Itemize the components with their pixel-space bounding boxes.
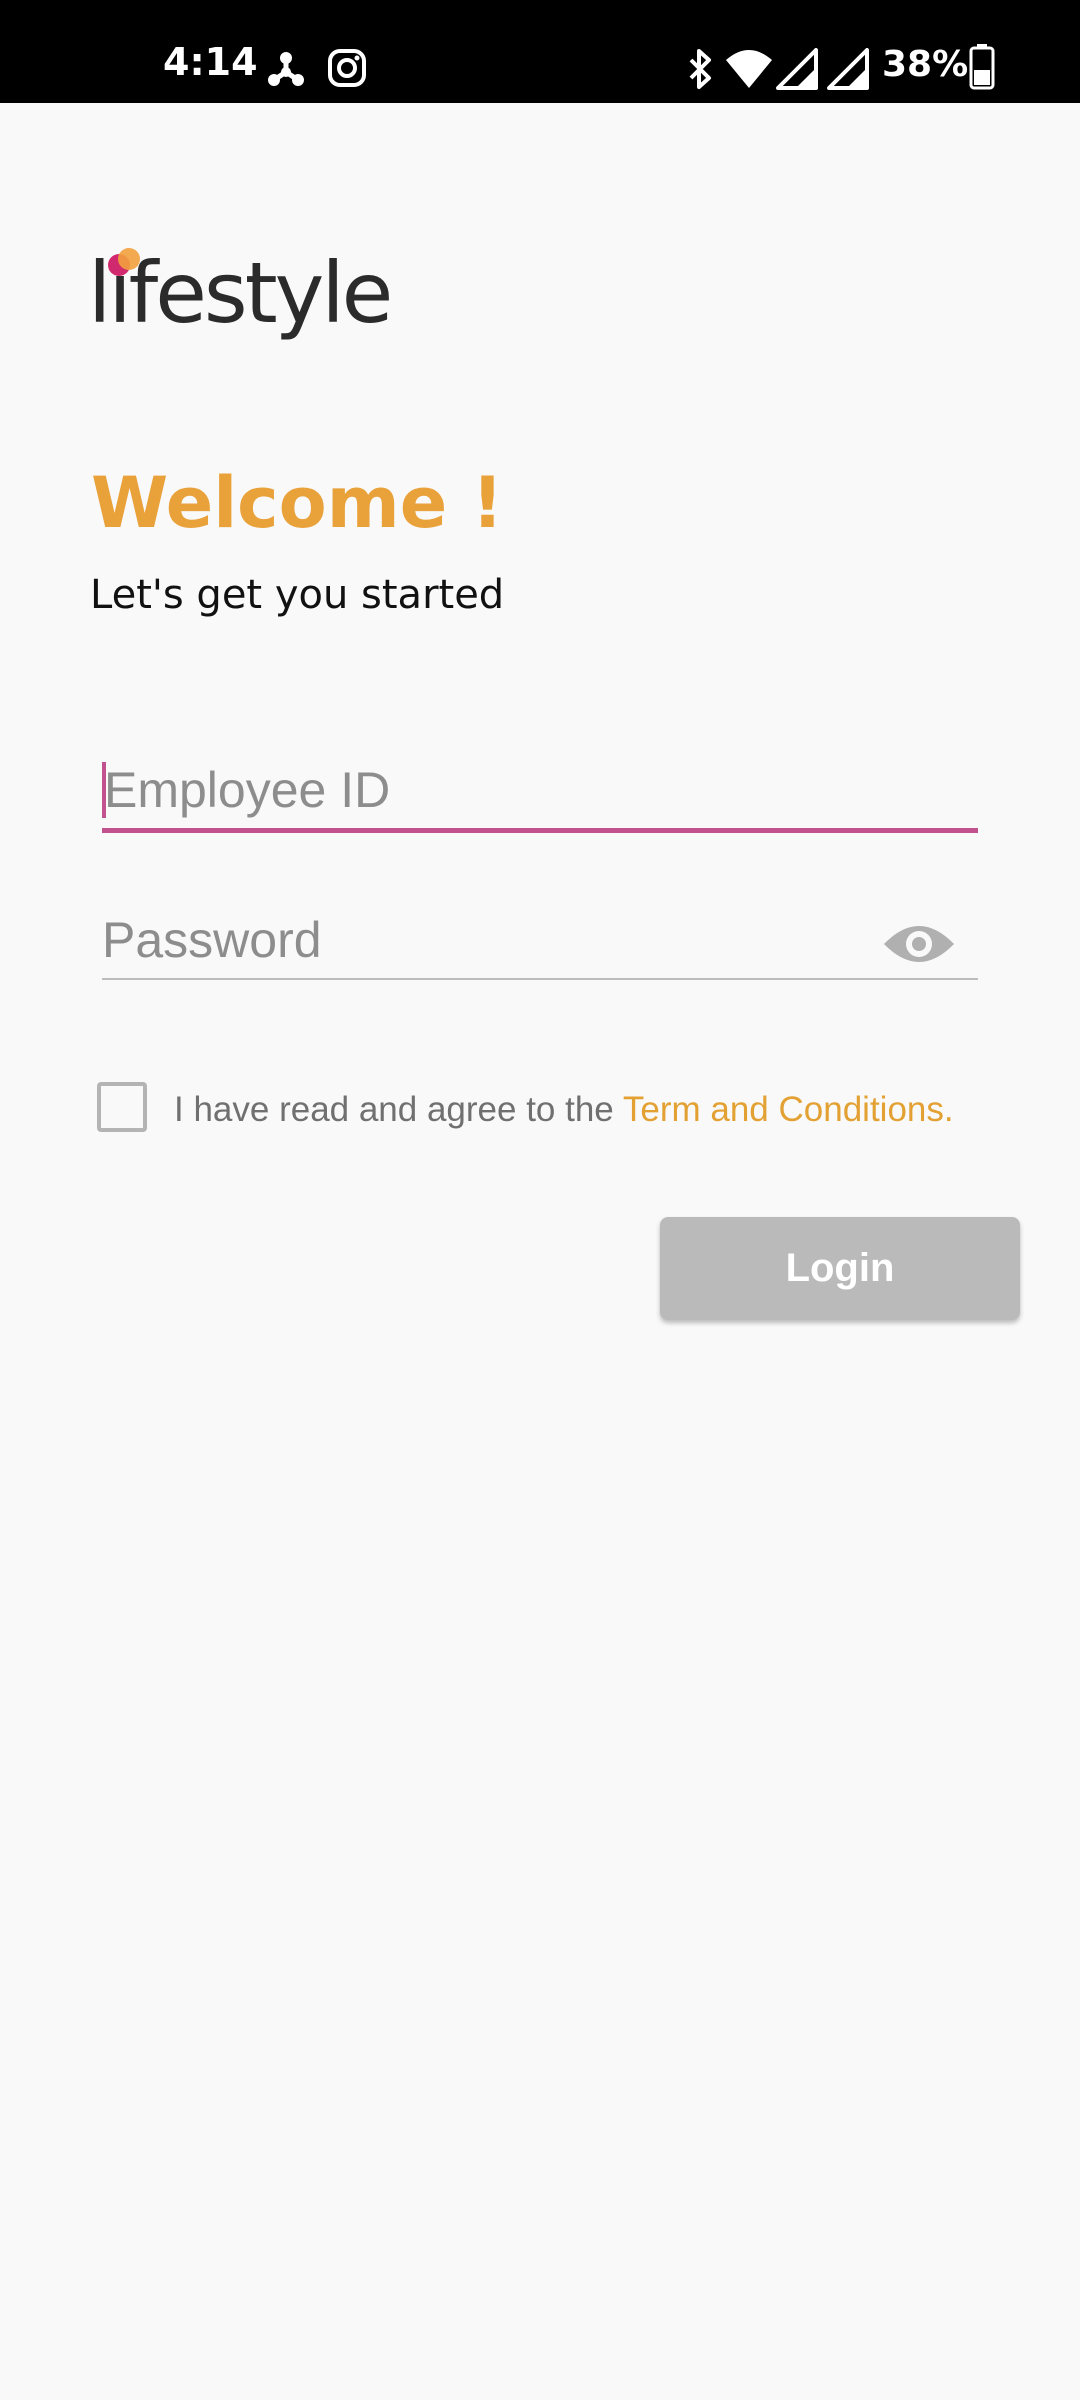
employee-id-field[interactable] (102, 750, 980, 835)
employee-id-input[interactable] (102, 750, 980, 830)
agree-text: I have read and agree to the (174, 1090, 623, 1129)
password-field[interactable] (102, 900, 978, 985)
status-time: 4:14 (163, 40, 258, 84)
wifi-icon (724, 48, 774, 95)
login-screen: 4:14 38% lifestyle Welcome ! Let's get y… (0, 0, 1080, 2400)
show-password-icon[interactable] (882, 920, 956, 968)
signal-icon (827, 48, 869, 95)
text-caret (102, 762, 106, 818)
fan-icon (266, 50, 306, 95)
password-input[interactable] (102, 900, 978, 980)
terms-link[interactable]: Term and Conditions. (623, 1090, 954, 1129)
employee-id-underline (102, 828, 978, 833)
signal-icon (776, 48, 818, 95)
battery-percent: 38% (882, 44, 969, 85)
welcome-heading: Welcome ! (91, 462, 504, 544)
brand-logo: lifestyle (88, 238, 393, 348)
agree-checkbox[interactable] (97, 1082, 147, 1132)
battery-icon (969, 44, 995, 95)
bluetooth-icon (685, 48, 715, 95)
welcome-subtitle: Let's get you started (90, 572, 505, 618)
status-bar: 4:14 38% (0, 0, 1080, 103)
agree-label: I have read and agree to the Term and Co… (174, 1090, 954, 1130)
logo-dot (118, 248, 140, 270)
password-underline (102, 978, 978, 980)
instagram-icon (327, 48, 367, 93)
login-button[interactable]: Login (660, 1217, 1020, 1320)
